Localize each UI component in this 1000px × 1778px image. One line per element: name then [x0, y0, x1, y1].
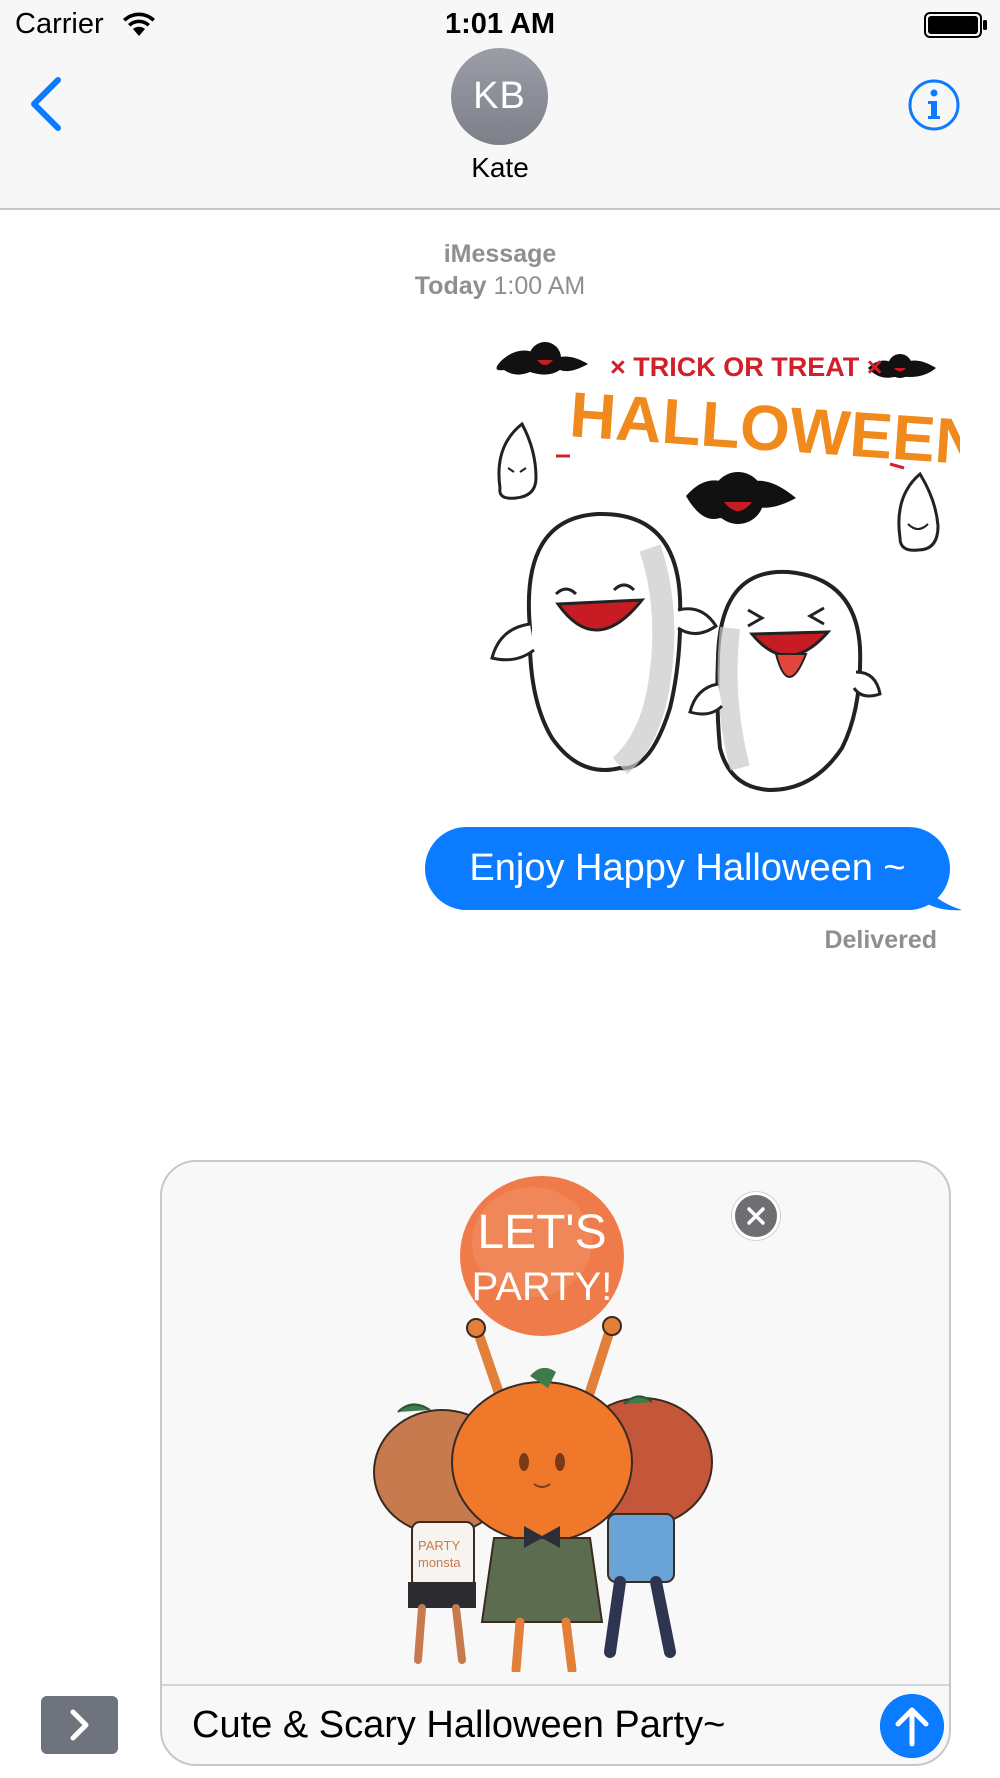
small-ghost-icon	[897, 471, 940, 552]
timestamp-time: 1:00 AM	[493, 272, 586, 300]
svg-text:PARTY: PARTY	[418, 1538, 460, 1553]
trick-or-treat-lettering: × TRICK OR TREAT ×	[610, 352, 883, 382]
arrow-up-icon[interactable]	[880, 1694, 944, 1758]
bat-icon	[496, 342, 588, 375]
compose-field[interactable]: LET'S PARTY! PARTY monsta Cute & Scary H…	[160, 1160, 951, 1766]
pumpkin-party-sticker[interactable]: LET'S PARTY! PARTY monsta	[352, 1172, 732, 1672]
bubble-tail	[918, 868, 962, 911]
battery-icon	[924, 12, 987, 38]
chevron-left-icon[interactable]	[26, 76, 66, 132]
close-icon[interactable]	[732, 1192, 780, 1240]
compose-divider	[162, 1684, 949, 1686]
message-timestamp: Today 1:00 AM	[0, 272, 1000, 301]
message-bubble[interactable]: Enjoy Happy Halloween ~	[425, 827, 950, 910]
ghost-icon	[490, 511, 719, 775]
svg-text:PARTY!: PARTY!	[472, 1265, 613, 1309]
clock: 1:01 AM	[444, 8, 556, 40]
info-icon[interactable]	[907, 78, 961, 132]
pumpkin-kid-icon	[451, 1316, 633, 1672]
lets-party-badge: LET'S PARTY!	[460, 1176, 624, 1336]
contact-name[interactable]: Kate	[0, 152, 1000, 184]
service-label: iMessage	[443, 240, 557, 268]
halloween-lettering: HALLOWEEN	[567, 378, 960, 479]
svg-text:monsta: monsta	[418, 1555, 461, 1570]
timestamp-day: Today	[414, 272, 487, 300]
small-ghost-icon	[497, 421, 538, 500]
halloween-ghosts-sticker[interactable]: × TRICK OR TREAT × HALLOWEEN	[470, 328, 960, 818]
bat-icon	[686, 472, 796, 524]
navigation-bar: Carrier 1:01 AM KB Kate	[0, 0, 1000, 210]
message-input[interactable]: Cute & Scary Halloween Party~	[192, 1690, 852, 1760]
avatar[interactable]: KB	[451, 48, 548, 145]
svg-text:LET'S: LET'S	[477, 1206, 606, 1259]
status-bar: Carrier 1:01 AM	[0, 0, 1000, 48]
delivery-status: Delivered	[824, 926, 937, 954]
chevron-right-icon[interactable]	[41, 1696, 118, 1754]
ghost-icon	[688, 569, 882, 793]
